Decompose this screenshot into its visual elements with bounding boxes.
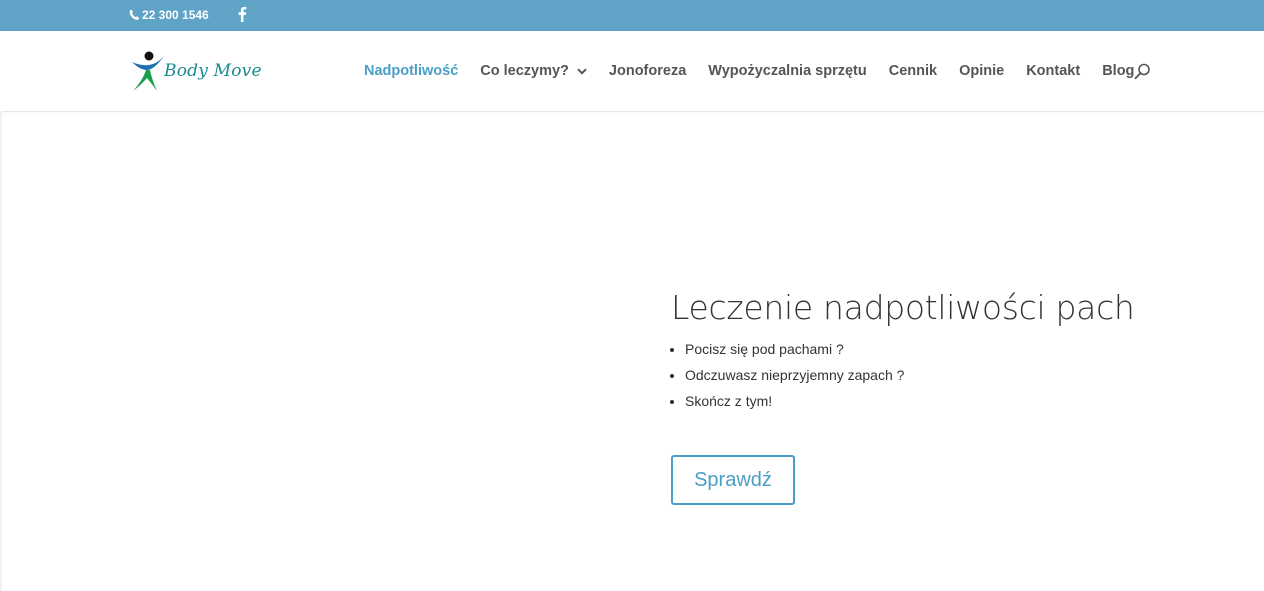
- list-item: Odczuwasz nieprzyjemny zapach ?: [685, 362, 1191, 388]
- phone-number: 22 300 1546: [142, 8, 209, 22]
- nav-item-jonoforeza[interactable]: Jonoforeza: [598, 63, 697, 79]
- logo-text: Body Move: [164, 61, 262, 81]
- hero-bullet-list: Pocisz się pod pachami ? Odczuwasz niepr…: [671, 336, 1191, 414]
- search-icon[interactable]: [1134, 63, 1151, 80]
- logo-figure-icon: [132, 51, 164, 91]
- page-edge-shadow: [0, 111, 3, 591]
- top-bar: 22 300 1546: [0, 0, 1264, 31]
- nav-label: Co leczymy?: [480, 63, 569, 79]
- nav-item-wypozyczalnia[interactable]: Wypożyczalnia sprzętu: [697, 63, 877, 79]
- facebook-icon[interactable]: [237, 6, 247, 22]
- hero-section: Leczenie nadpotliwości pach Pocisz się p…: [671, 286, 1191, 414]
- nav-label: Kontakt: [1026, 63, 1081, 79]
- sprawdz-button[interactable]: Sprawdź: [671, 455, 795, 505]
- hero-title: Leczenie nadpotliwości pach: [671, 288, 1135, 327]
- nav-label: Cennik: [888, 63, 938, 79]
- main-navigation: Nadpotliwość Co leczymy? Jonoforeza Wypo…: [353, 31, 1145, 111]
- phone-contact[interactable]: 22 300 1546: [129, 8, 209, 22]
- nav-item-co-leczymy[interactable]: Co leczymy?: [469, 63, 598, 79]
- phone-icon: [129, 9, 140, 20]
- nav-label: Jonoforeza: [608, 63, 687, 79]
- nav-item-cennik[interactable]: Cennik: [878, 63, 948, 79]
- main-header: Body Move Nadpotliwość Co leczymy? Jonof…: [0, 31, 1264, 111]
- nav-label: Blog: [1102, 63, 1135, 79]
- nav-label: Opinie: [959, 63, 1005, 79]
- nav-item-nadpotliwosc[interactable]: Nadpotliwość: [353, 63, 469, 79]
- nav-item-kontakt[interactable]: Kontakt: [1015, 63, 1091, 79]
- nav-label: Nadpotliwość: [364, 63, 459, 79]
- list-item: Skończ z tym!: [685, 388, 1191, 414]
- nav-label: Wypożyczalnia sprzętu: [708, 63, 867, 79]
- nav-item-opinie[interactable]: Opinie: [948, 63, 1015, 79]
- list-item: Pocisz się pod pachami ?: [685, 336, 1191, 362]
- chevron-down-icon: [577, 67, 587, 75]
- site-logo[interactable]: Body Move: [130, 49, 265, 93]
